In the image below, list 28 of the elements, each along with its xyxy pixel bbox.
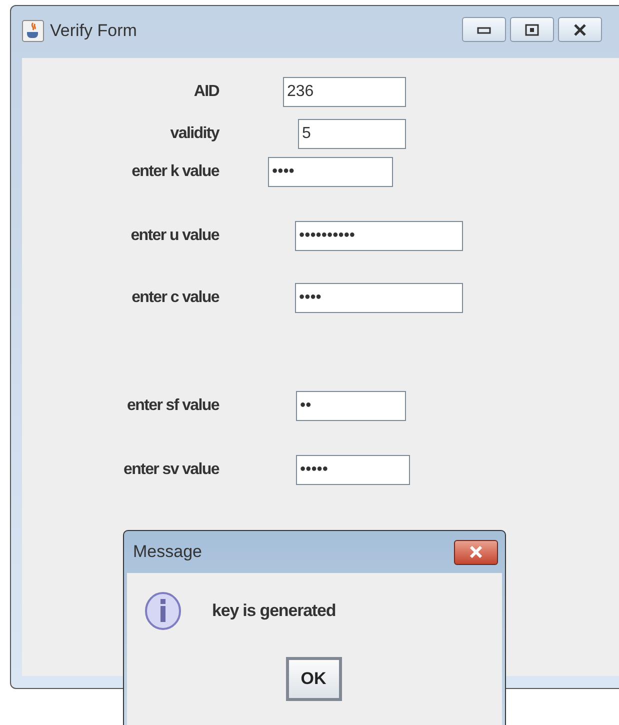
close-button[interactable] (454, 540, 498, 564)
maximize-icon (525, 24, 539, 36)
close-button[interactable] (558, 17, 602, 42)
close-icon (573, 24, 587, 36)
field-label: enter sv value (122, 461, 219, 479)
input-field[interactable]: •••• (268, 157, 393, 187)
maximize-button[interactable] (510, 17, 554, 42)
input-field[interactable]: •• (296, 391, 406, 421)
message-text: key is generated (212, 601, 336, 621)
input-field[interactable]: •••• (295, 283, 463, 313)
close-icon (468, 546, 484, 558)
input-field[interactable]: •••••••••• (295, 221, 463, 251)
ok-button[interactable]: OK (286, 657, 342, 701)
dialog-title: Message (133, 542, 202, 562)
minimize-icon (477, 26, 491, 34)
field-label: enter k value (130, 163, 219, 181)
info-icon (144, 591, 182, 631)
field-label: enter sf value (126, 397, 219, 415)
field-label: enter c value (130, 289, 219, 307)
window-title: Verify Form (50, 21, 137, 41)
input-field[interactable]: 236 (283, 77, 406, 107)
field-label: validity (169, 125, 219, 143)
input-field[interactable]: ••••• (296, 455, 410, 485)
field-label: AID (192, 83, 219, 101)
minimize-button[interactable] (462, 17, 506, 42)
coffee-cup-icon (22, 20, 44, 42)
field-label: enter u value (130, 227, 219, 245)
input-field[interactable]: 5 (298, 119, 406, 149)
